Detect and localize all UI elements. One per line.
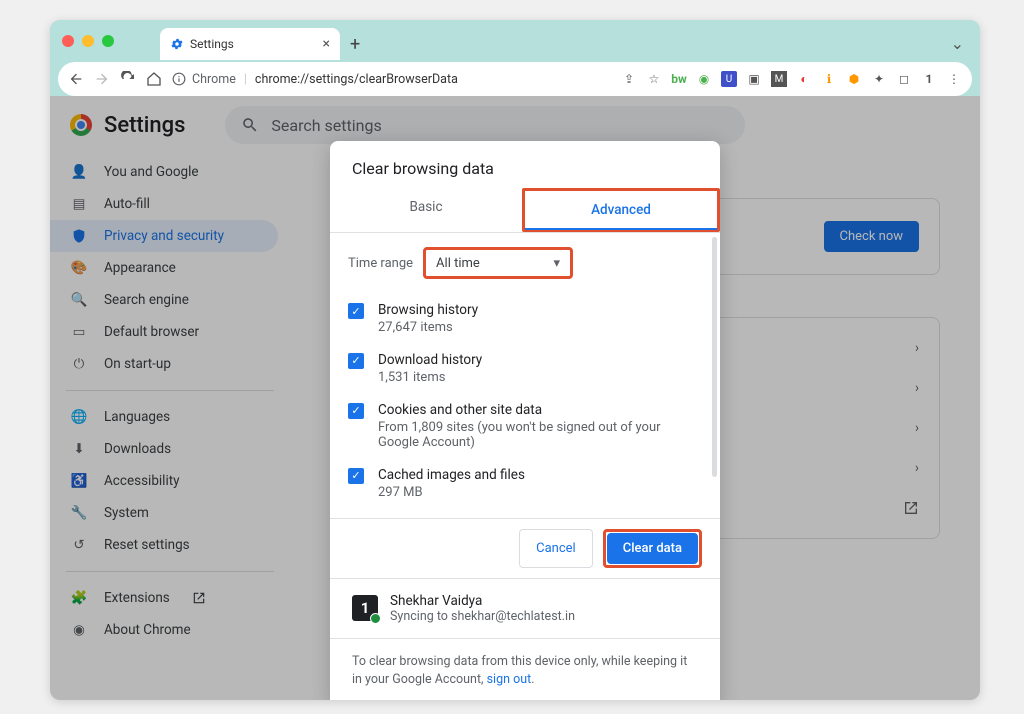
check-now-button[interactable]: Check now (824, 221, 920, 252)
tab-close-icon[interactable]: × (323, 36, 330, 52)
search-input[interactable]: Search settings (225, 106, 745, 144)
person-icon: 👤 (70, 164, 88, 180)
sidebar-item-reset[interactable]: ↺Reset settings (50, 529, 278, 561)
checkbox-row[interactable]: ✓ Cached images and files297 MB (348, 458, 702, 508)
checkbox-checked-icon[interactable]: ✓ (348, 468, 364, 484)
sidebar-item-startup[interactable]: ⏻On start-up (50, 348, 278, 380)
sidebar-item-downloads[interactable]: ⬇Downloads (50, 433, 278, 465)
sidebar-item-system[interactable]: 🔧System (50, 497, 278, 529)
new-tab-button[interactable]: + (350, 34, 360, 55)
checkbox-checked-icon[interactable]: ✓ (348, 303, 364, 319)
account-name: Shekhar Vaidya (390, 593, 575, 609)
search-placeholder: Search settings (271, 116, 381, 135)
sidebar-item-appearance[interactable]: 🎨Appearance (50, 252, 278, 284)
clear-data-button[interactable]: Clear data (607, 533, 698, 564)
clear-browsing-data-dialog: Clear browsing data Basic Advanced Time … (330, 141, 720, 700)
share-icon[interactable]: ⇪ (621, 71, 637, 87)
scrollbar[interactable] (712, 237, 717, 477)
chevron-down-icon: ▾ (554, 256, 561, 271)
home-button[interactable] (146, 71, 162, 87)
window-close[interactable] (62, 35, 74, 47)
window-icon: ▭ (70, 324, 88, 340)
globe-icon: 🌐 (70, 409, 88, 425)
star-icon[interactable]: ☆ (646, 71, 662, 87)
cancel-button[interactable]: Cancel (519, 529, 593, 568)
sidebar-item-languages[interactable]: 🌐Languages (50, 401, 278, 433)
ext-icon[interactable]: ▣ (746, 71, 762, 87)
chevron-right-icon: › (915, 340, 919, 356)
palette-icon: 🎨 (70, 260, 88, 276)
time-range-select[interactable]: All time ▾ (423, 247, 573, 279)
external-link-icon (192, 591, 206, 605)
autofill-icon: ▤ (70, 196, 88, 212)
chrome-logo-icon (70, 114, 92, 136)
reload-button[interactable] (120, 71, 136, 87)
ext-icon[interactable]: 1 (921, 71, 937, 87)
lens-icon: 🔍 (70, 292, 88, 308)
checkbox-row[interactable]: ✓ Browsing history27,647 items (348, 293, 702, 343)
forward-button (94, 71, 110, 87)
sidebar-item-about[interactable]: ◉About Chrome (50, 614, 278, 646)
chrome-icon: ◉ (70, 622, 88, 638)
dialog-title: Clear browsing data (330, 141, 720, 188)
time-range-label: Time range (348, 256, 413, 271)
window-maximize[interactable] (102, 35, 114, 47)
sidebar-item-accessibility[interactable]: ♿Accessibility (50, 465, 278, 497)
ext-icon[interactable]: bw (671, 71, 687, 87)
gear-icon (170, 37, 184, 51)
sync-status-icon (370, 613, 381, 624)
extensions-icon[interactable]: ✦ (871, 71, 887, 87)
chrome-menu-icon[interactable]: ⋮ (946, 71, 962, 87)
sidebar-item-autofill[interactable]: ▤Auto-fill (50, 188, 278, 220)
tab-basic[interactable]: Basic (330, 188, 522, 232)
checkbox-checked-icon[interactable]: ✓ (348, 353, 364, 369)
sidebar-item-default-browser[interactable]: ▭Default browser (50, 316, 278, 348)
address-bar: Chrome | chrome://settings/clearBrowserD… (58, 62, 972, 96)
account-sync-status: Syncing to shekhar@techlatest.in (390, 609, 575, 624)
sign-out-link[interactable]: sign out (487, 672, 532, 687)
accessibility-icon: ♿ (70, 473, 88, 489)
dialog-footer-note: To clear browsing data from this device … (330, 638, 720, 700)
window-minimize[interactable] (82, 35, 94, 47)
wrench-icon: 🔧 (70, 505, 88, 521)
download-icon: ⬇ (70, 441, 88, 457)
page-title: Settings (104, 113, 185, 138)
ext-icon[interactable]: ℹ (821, 71, 837, 87)
checkbox-checked-icon[interactable]: ✓ (348, 403, 364, 419)
power-icon: ⏻ (70, 356, 88, 372)
checkbox-row[interactable]: ✓ Cookies and other site dataFrom 1,809 … (348, 393, 702, 458)
ext-icon[interactable]: ◐ (796, 71, 812, 87)
ext-icon[interactable]: ◻ (896, 71, 912, 87)
shield-icon (70, 228, 88, 244)
ext-icon[interactable]: U (721, 71, 737, 87)
chevron-right-icon: › (915, 420, 919, 436)
ext-icon[interactable]: ◉ (696, 71, 712, 87)
sidebar-item-privacy[interactable]: Privacy and security (50, 220, 278, 252)
chevron-right-icon: › (915, 380, 919, 396)
browser-tab[interactable]: Settings × (160, 28, 340, 60)
back-button[interactable] (68, 71, 84, 87)
window-caret-icon[interactable]: ⌄ (951, 34, 964, 53)
search-icon (241, 116, 259, 134)
ext-icon[interactable]: ⬢ (846, 71, 862, 87)
external-link-icon (903, 500, 919, 516)
info-icon (172, 72, 186, 86)
sidebar-item-extensions[interactable]: 🧩Extensions (50, 582, 278, 614)
sidebar-item-search-engine[interactable]: 🔍Search engine (50, 284, 278, 316)
checkbox-row[interactable]: ✓ Download history1,531 items (348, 343, 702, 393)
puzzle-icon: 🧩 (70, 590, 88, 606)
ext-icon[interactable]: M (771, 71, 787, 87)
avatar: 1 (352, 595, 378, 621)
reset-icon: ↺ (70, 537, 88, 553)
sidebar-item-you-and-google[interactable]: 👤You and Google (50, 156, 278, 188)
tab-advanced[interactable]: Advanced (522, 188, 720, 232)
tab-title: Settings (190, 37, 234, 51)
address-field[interactable]: Chrome | chrome://settings/clearBrowserD… (172, 72, 458, 87)
chevron-right-icon: › (915, 460, 919, 476)
sidebar: 👤You and Google ▤Auto-fill Privacy and s… (50, 146, 290, 656)
